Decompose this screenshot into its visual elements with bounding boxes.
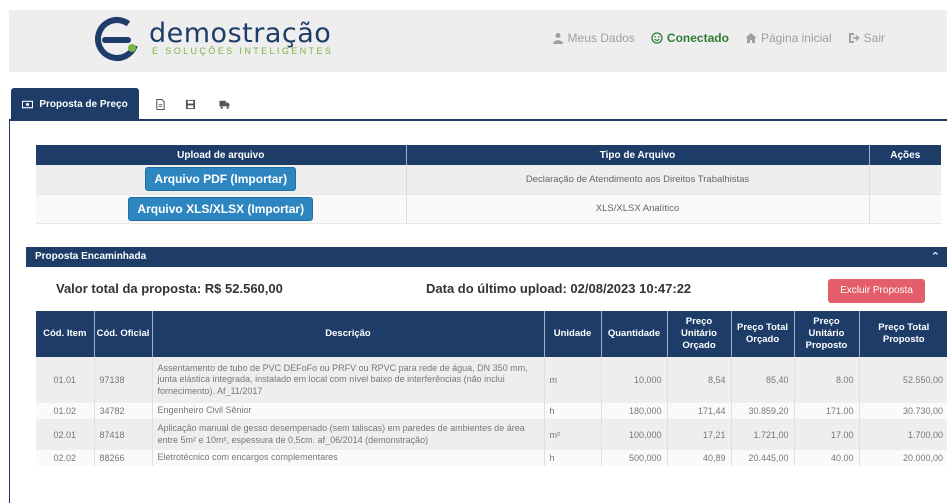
upload-table: Upload de arquivo Tipo de Arquivo Ações … (36, 145, 941, 224)
cell-quantidade: 100,000 (601, 419, 668, 450)
tab-truck[interactable] (213, 88, 235, 121)
upload-row: Arquivo XLS/XLSX (Importar) XLS/XLSX Ana… (36, 194, 941, 224)
logo-e-icon (95, 17, 139, 61)
import-pdf-button[interactable]: Arquivo PDF (Importar) (145, 167, 297, 192)
tab-proposta-preco-label: Proposta de Preço (39, 99, 128, 110)
cell-puo: 40,89 (667, 450, 732, 466)
delete-proposal-button[interactable]: Excluir Proposta (828, 279, 925, 303)
smile-icon (651, 32, 663, 44)
content-area: Upload de arquivo Tipo de Arquivo Ações … (9, 121, 947, 503)
upload-actions-cell (869, 194, 941, 224)
nav-home-label: Página inicial (760, 31, 832, 45)
upload-header-actions: Ações (869, 145, 941, 165)
table-row: 01.02 34782 Engenheiro Civil Sênior h 18… (36, 403, 947, 419)
header-cod-item: Cód. Item (36, 311, 95, 357)
cell-quantidade: 10,000 (601, 357, 668, 403)
upload-button-cell: Arquivo XLS/XLSX (Importar) (36, 194, 407, 224)
tab-bar: Proposta de Preço (9, 84, 947, 121)
header-cod-oficial: Cód. Oficial (94, 311, 153, 357)
cell-cod-item: 02.01 (36, 419, 95, 450)
upload-type-cell: XLS/XLSX Analítico (406, 194, 870, 224)
save-icon (185, 99, 195, 110)
nav-logout[interactable]: Sair (848, 31, 885, 45)
header-descricao: Descrição (152, 311, 545, 357)
cell-unidade: m² (544, 419, 602, 450)
cell-pto: 30.859,20 (731, 403, 795, 419)
header-preco-total-orcado: Preço Total Orçado (731, 311, 795, 357)
upload-header-file: Upload de arquivo (36, 145, 407, 165)
brand-logo[interactable]: demostração E SOLUÇÕES INTELIGENTES (95, 16, 335, 66)
cell-pup: 17.00 (794, 419, 860, 450)
header-preco-unit-orcado: Preço Unitário Orçado (667, 311, 732, 357)
cell-descricao: Aplicação manual de gesso desempenado (s… (152, 419, 545, 450)
panel-header[interactable]: Proposta Encaminhada ⌃ (26, 247, 947, 267)
cell-pto: 1.721,00 (731, 419, 795, 450)
table-row: 02.01 87418 Aplicação manual de gesso de… (36, 419, 947, 450)
nav-connected[interactable]: Conectado (651, 31, 729, 45)
cell-cod-oficial: 88266 (94, 450, 153, 466)
header-preco-total-proposto: Preço Total Proposto (859, 311, 947, 357)
cell-ptp: 1.700,00 (859, 419, 947, 450)
brand-title: demostração (149, 18, 332, 49)
upload-actions-cell (869, 165, 941, 195)
truck-icon (218, 100, 230, 109)
upload-type-cell: Declaração de Atendimento aos Direitos T… (406, 165, 870, 195)
cell-pto: 85,40 (731, 357, 795, 403)
cell-pup: 8.00 (794, 357, 860, 403)
cell-cod-oficial: 97138 (94, 357, 153, 403)
cell-ptp: 20.000,00 (859, 450, 947, 466)
nav-my-data[interactable]: Meus Dados (552, 31, 635, 45)
brand-subtitle: E SOLUÇÕES INTELIGENTES (152, 46, 334, 56)
cell-descricao: Assentamento de tubo de PVC DEFoFo ou PR… (152, 357, 545, 403)
cell-cod-item: 01.02 (36, 403, 95, 419)
cell-puo: 17,21 (667, 419, 732, 450)
upload-header-type: Tipo de Arquivo (406, 145, 870, 165)
user-icon (552, 33, 563, 44)
cell-puo: 171,44 (667, 403, 732, 419)
table-row: 01.01 97138 Assentamento de tubo de PVC … (36, 357, 947, 403)
cell-cod-oficial: 87418 (94, 419, 153, 450)
panel-title: Proposta Encaminhada (35, 251, 147, 262)
top-nav: Meus Dados Conectado Página inicial Sair (552, 31, 885, 45)
home-icon (745, 33, 757, 43)
tab-proposta-preco[interactable]: Proposta de Preço (11, 88, 139, 121)
cell-puo: 8,54 (667, 357, 732, 403)
cell-quantidade: 500,000 (601, 450, 668, 466)
import-xls-button[interactable]: Arquivo XLS/XLSX (Importar) (128, 196, 314, 221)
cell-unidade: h (544, 450, 602, 466)
cell-pup: 171.00 (794, 403, 860, 419)
tab-file[interactable] (149, 88, 171, 121)
proposal-total: Valor total da proposta: R$ 52.560,00 (56, 281, 283, 296)
cell-cod-oficial: 34782 (94, 403, 153, 419)
cell-ptp: 52.550,00 (859, 357, 947, 403)
tab-save[interactable] (179, 88, 201, 121)
header-unidade: Unidade (544, 311, 602, 357)
cell-ptp: 30.730,00 (859, 403, 947, 419)
last-upload-date: Data do último upload: 02/08/2023 10:47:… (426, 281, 692, 296)
file-icon (155, 99, 165, 110)
upload-button-cell: Arquivo PDF (Importar) (36, 165, 407, 195)
nav-connected-label: Conectado (666, 31, 729, 45)
chevron-up-icon[interactable]: ⌃ (931, 247, 940, 267)
nav-my-data-label: Meus Dados (567, 31, 635, 45)
table-row: 02.02 88266 Eletrotécnico com encargos c… (36, 450, 947, 466)
nav-logout-label: Sair (863, 31, 885, 45)
header-quantidade: Quantidade (601, 311, 668, 357)
cell-descricao: Eletrotécnico com encargos complementare… (152, 450, 545, 466)
cell-cod-item: 02.02 (36, 450, 95, 466)
logout-icon (848, 33, 860, 43)
cell-cod-item: 01.01 (36, 357, 95, 403)
nav-home[interactable]: Página inicial (745, 31, 832, 45)
cell-descricao: Engenheiro Civil Sênior (152, 403, 545, 419)
cell-unidade: m (544, 357, 602, 403)
top-header: demostração E SOLUÇÕES INTELIGENTES Meus… (9, 10, 947, 72)
cell-unidade: h (544, 403, 602, 419)
cell-pto: 20.445,00 (731, 450, 795, 466)
upload-row: Arquivo PDF (Importar) Declaração de Ate… (36, 165, 941, 195)
items-table: Cód. Item Cód. Oficial Descrição Unidade… (36, 311, 947, 466)
money-icon (22, 100, 34, 109)
cell-pup: 40.00 (794, 450, 860, 466)
cell-quantidade: 180,000 (601, 403, 668, 419)
header-preco-unit-proposto: Preço Unitário Proposto (794, 311, 860, 357)
